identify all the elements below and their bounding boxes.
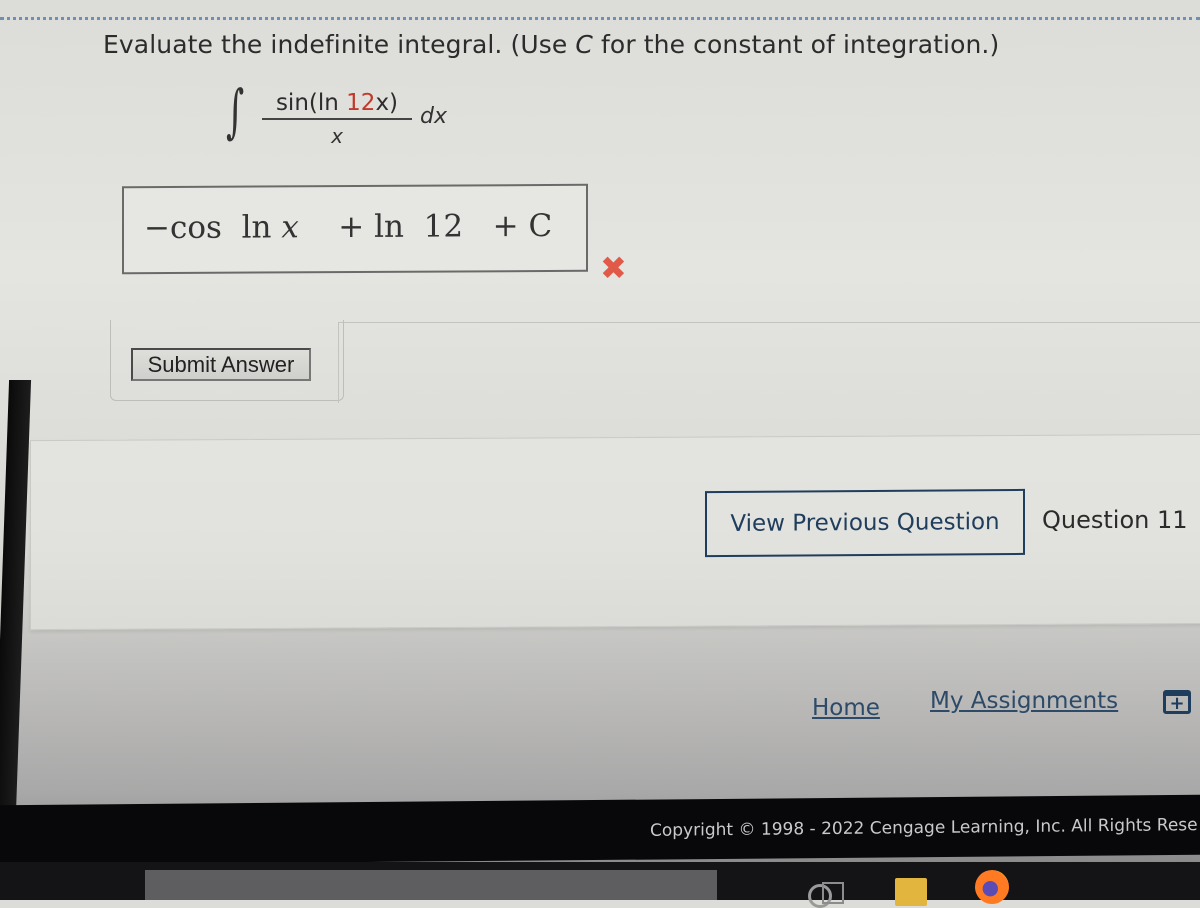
integrand-fraction: sin(ln 12x) x (262, 90, 412, 148)
content-panel (338, 322, 1200, 403)
calendar-add-icon[interactable]: + (1163, 690, 1191, 714)
integrand-denominator: x (331, 124, 343, 148)
question-prompt: Evaluate the indefinite integral. (Use C… (103, 30, 1000, 59)
my-assignments-link[interactable]: My Assignments (930, 688, 1118, 714)
incorrect-x-icon: ✖ (600, 249, 627, 287)
differential: dx (420, 104, 447, 129)
home-link[interactable]: Home (812, 695, 880, 721)
firefox-icon[interactable] (975, 870, 1009, 904)
fraction-bar (262, 118, 412, 120)
integrand-numerator: sin(ln 12x) (275, 90, 399, 116)
section-divider (0, 17, 1200, 20)
answer-value: −cos ln x + ln 12 + C (144, 207, 553, 247)
taskbar-search-field[interactable] (145, 870, 717, 900)
answer-input[interactable]: −cos ln x + ln 12 + C (122, 183, 588, 275)
submit-answer-button[interactable]: Submit Answer (131, 348, 311, 381)
question-number-label: Question 11 (1042, 506, 1188, 534)
integral-sign-icon: ∫ (226, 77, 245, 145)
task-view-icon[interactable] (822, 882, 844, 904)
file-explorer-icon[interactable] (895, 878, 927, 906)
highlighted-coefficient: 12 (346, 90, 376, 116)
view-previous-question-button[interactable]: View Previous Question (705, 488, 1025, 558)
